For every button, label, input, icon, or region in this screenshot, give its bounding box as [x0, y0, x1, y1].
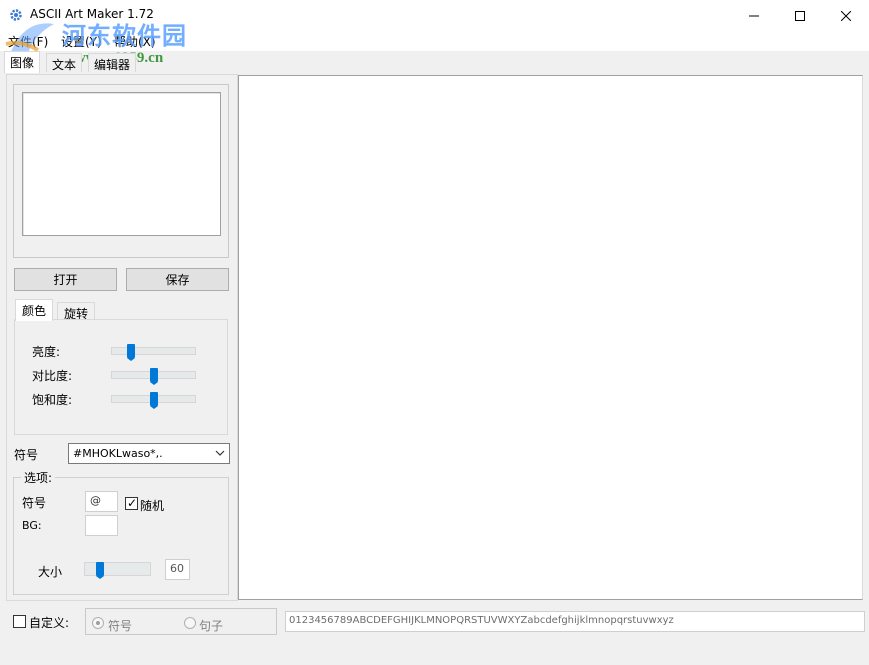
window-title: ASCII Art Maker 1.72	[30, 7, 154, 21]
tab-editor[interactable]: 编辑器	[88, 53, 137, 72]
saturation-label: 饱和度:	[32, 393, 73, 407]
bg-label: BG:	[22, 519, 42, 532]
size-value-field[interactable]: 60	[165, 559, 190, 580]
gear-icon	[10, 9, 22, 21]
symbol-input[interactable]: @	[85, 491, 118, 512]
radio-sentence-label: 句子	[199, 619, 224, 633]
brightness-label: 亮度:	[32, 345, 61, 359]
maximize-icon	[795, 10, 805, 21]
menu-file[interactable]: 文件(F)	[8, 33, 48, 50]
contrast-slider[interactable]	[111, 368, 196, 385]
radio-sentence[interactable]	[184, 617, 196, 629]
saturation-slider-thumb[interactable]	[150, 392, 158, 409]
symbol-set-label: 符号	[14, 448, 39, 462]
minimize-button[interactable]	[731, 0, 777, 31]
tab-text[interactable]: 文本	[46, 53, 83, 72]
menu-settings[interactable]: 设置(Y)	[61, 33, 102, 50]
maximize-button[interactable]	[777, 0, 823, 31]
ascii-output-area[interactable]	[238, 75, 863, 600]
symbol-set-select[interactable]: #MHOKLwaso*,.	[68, 443, 230, 464]
brightness-slider[interactable]	[111, 344, 196, 361]
radio-symbol-label: 符号	[108, 619, 133, 633]
chevron-down-icon	[215, 450, 225, 456]
contrast-label: 对比度:	[32, 369, 73, 383]
close-button[interactable]	[823, 0, 869, 31]
check-mark-icon: ✓	[127, 496, 138, 510]
saturation-slider[interactable]	[111, 392, 196, 409]
symbol-set-value: #MHOKLwaso*,.	[73, 447, 163, 460]
random-label: 随机	[140, 499, 165, 513]
options-group-title: 选项:	[21, 469, 56, 486]
minimize-icon	[749, 15, 759, 16]
menu-bar: 文件(F) 设置(Y) 帮助(X)	[0, 31, 869, 51]
brightness-slider-thumb[interactable]	[127, 344, 135, 361]
menu-help[interactable]: 帮助(X)	[114, 33, 156, 50]
image-preview	[22, 92, 221, 236]
close-icon	[841, 10, 851, 21]
bg-color-input[interactable]	[85, 515, 118, 536]
custom-label: 自定义:	[29, 616, 70, 630]
size-slider-thumb[interactable]	[96, 562, 104, 579]
size-slider[interactable]	[84, 562, 151, 579]
contrast-slider-thumb[interactable]	[150, 368, 158, 385]
save-button[interactable]: 保存	[126, 268, 229, 291]
radio-symbol[interactable]	[92, 617, 104, 629]
tab-color[interactable]: 颜色	[15, 299, 54, 321]
radio-selected-dot	[96, 621, 100, 625]
title-bar: ASCII Art Maker 1.72	[0, 0, 869, 31]
main-tab-strip: 图像 文本 编辑器	[0, 51, 869, 73]
size-label: 大小	[38, 565, 63, 579]
open-button[interactable]: 打开	[14, 268, 117, 291]
options-symbol-label: 符号	[22, 496, 47, 510]
custom-charset-input[interactable]: 0123456789ABCDEFGHIJKLMNOPQRSTUVWXYZabcd…	[285, 611, 865, 632]
tab-image[interactable]: 图像	[4, 51, 41, 73]
random-checkbox[interactable]: ✓	[125, 497, 138, 510]
custom-checkbox[interactable]	[13, 615, 26, 628]
